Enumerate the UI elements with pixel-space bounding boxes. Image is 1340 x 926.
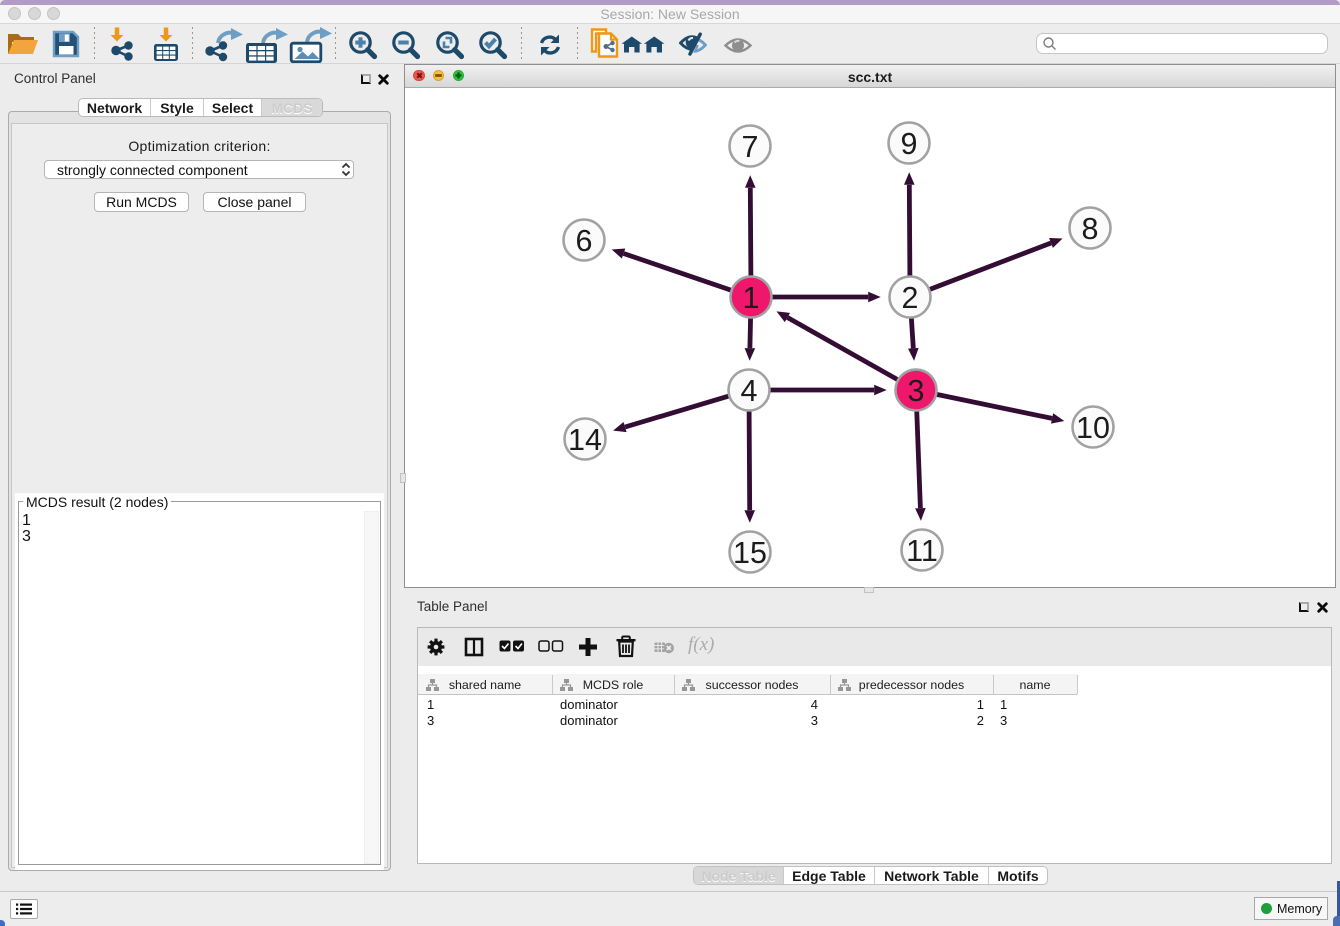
svg-text:10: 10: [1076, 411, 1110, 445]
svg-text:14: 14: [568, 423, 602, 457]
svg-text:6: 6: [576, 224, 593, 258]
svg-text:11: 11: [906, 534, 938, 568]
svg-text:1: 1: [743, 281, 760, 315]
svg-text:2: 2: [902, 281, 919, 315]
svg-text:3: 3: [908, 374, 925, 408]
svg-text:7: 7: [742, 130, 759, 164]
svg-text:4: 4: [741, 374, 758, 408]
svg-text:9: 9: [901, 127, 918, 161]
svg-text:15: 15: [733, 536, 767, 570]
svg-text:8: 8: [1082, 212, 1099, 246]
